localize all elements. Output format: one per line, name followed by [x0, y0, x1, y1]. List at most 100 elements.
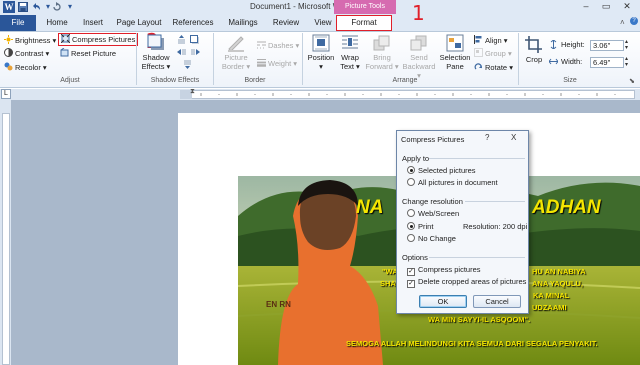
tab-format[interactable]: Format	[336, 15, 392, 31]
ribbon-minimize-icon[interactable]: ˄	[620, 18, 625, 27]
minimize-icon[interactable]: –	[577, 1, 595, 12]
crop-button[interactable]: Crop	[522, 36, 546, 64]
send-backward-button[interactable]: Send Backward ▾	[402, 34, 436, 80]
tab-insert[interactable]: Insert	[80, 16, 106, 30]
ruler-ticks	[200, 93, 616, 96]
picture-heading-left: NA	[356, 197, 384, 218]
position-button[interactable]: Position ▾	[305, 34, 337, 71]
rotate-button[interactable]: Rotate ▾	[474, 62, 513, 73]
ok-button[interactable]: OK	[419, 295, 467, 308]
radio-no-change[interactable]: No Change	[407, 234, 456, 243]
crop-icon	[524, 36, 544, 54]
border-group-label: Border	[244, 77, 266, 84]
help-icon[interactable]: ?	[630, 17, 638, 25]
save-icon[interactable]	[18, 2, 28, 12]
undo-icon[interactable]	[31, 2, 41, 12]
group-separator	[213, 33, 214, 85]
shadow-on-off-icon[interactable]	[190, 35, 200, 47]
group-icon	[474, 48, 483, 57]
shadow-effects-button[interactable]: Shadow Effects ▾	[140, 34, 172, 71]
picture-line-2-left: SHA	[380, 279, 396, 288]
section-divider	[429, 257, 525, 258]
change-resolution-heading: Change resolution	[402, 197, 463, 206]
radio-print[interactable]: Print	[407, 222, 433, 231]
contrast-icon	[4, 48, 13, 57]
picture-line-1-right: HU AN NABIYA	[532, 267, 586, 276]
tab-home[interactable]: Home	[44, 16, 70, 30]
tab-page-layout[interactable]: Page Layout	[116, 16, 162, 30]
dashes-icon	[257, 40, 266, 49]
options-heading: Options	[402, 253, 428, 262]
size-group-label: Size	[563, 77, 577, 84]
shadow-nudge-left-icon[interactable]	[177, 47, 187, 59]
picture-line-2-right: ANA YAQULU,	[532, 279, 583, 288]
group-button[interactable]: Group ▾	[474, 48, 512, 59]
rotate-icon	[474, 62, 483, 71]
picture-line-3-right: KA MINAL	[533, 291, 570, 300]
radio-web-screen-indicator	[407, 209, 415, 217]
picture-shirt-text: EN RN	[266, 300, 291, 309]
selection-pane-icon	[445, 34, 465, 52]
weight-icon	[257, 58, 266, 67]
resolution-readout: Resolution: 200 dpi	[463, 222, 528, 231]
radio-print-indicator	[407, 222, 415, 230]
width-input[interactable]: 6.49"	[590, 57, 624, 68]
compress-pictures-dialog: Compress Pictures ? X Apply to Selected …	[396, 130, 529, 314]
picture-border-button[interactable]: Picture Border ▾	[218, 34, 254, 71]
radio-all-pictures[interactable]: All pictures in document	[407, 178, 498, 187]
annotation-number-1: 1	[412, 1, 425, 25]
dashes-button[interactable]: Dashes ▾	[257, 40, 299, 51]
shadow-nudge-up-icon[interactable]	[177, 35, 187, 47]
close-icon[interactable]: ✕	[618, 1, 636, 12]
maximize-icon[interactable]: ▭	[597, 1, 615, 12]
radio-no-change-indicator	[407, 234, 415, 242]
checkbox-compress-pictures[interactable]: ✓ Compress pictures	[407, 265, 481, 276]
indent-marker-icon[interactable]: ⧗	[190, 88, 195, 96]
check-icon: ✓	[407, 268, 415, 276]
tab-view[interactable]: View	[312, 16, 334, 30]
reset-picture-button[interactable]: Reset Picture	[60, 47, 116, 59]
recolor-button[interactable]: Recolor ▾	[4, 62, 47, 73]
vertical-ruler[interactable]	[2, 113, 10, 365]
tab-review[interactable]: Review	[271, 16, 301, 30]
shadow-effects-icon	[146, 34, 166, 52]
dialog-help-button[interactable]: ?	[485, 133, 489, 142]
dialog-close-button[interactable]: X	[511, 133, 516, 142]
brightness-button[interactable]: Brightness ▾	[4, 35, 56, 46]
radio-selected-pictures[interactable]: Selected pictures	[407, 166, 476, 175]
brightness-icon	[4, 35, 13, 44]
wrap-text-button[interactable]: Wrap Text ▾	[338, 34, 362, 71]
radio-web-screen[interactable]: Web/Screen	[407, 209, 459, 218]
height-input[interactable]: 3.06"	[590, 40, 624, 51]
width-spinner-icon[interactable]: ▴ ▾	[625, 56, 628, 68]
send-backward-icon	[409, 34, 429, 52]
checkbox-delete-cropped[interactable]: ✓ Delete cropped areas of pictures	[407, 277, 526, 288]
word-app-icon[interactable]: W	[3, 1, 15, 13]
picture-line-4-right: UDZAAMI	[532, 303, 567, 312]
picture-line-5: WA MIN SAYYI-IL ASQOOM".	[428, 315, 531, 324]
shadow-nudge-down-icon[interactable]	[183, 59, 193, 71]
bring-forward-button[interactable]: Bring Forward ▾	[364, 34, 400, 71]
weight-button[interactable]: Weight ▾	[257, 58, 297, 69]
group-separator	[518, 33, 519, 85]
customize-qat-icon[interactable]: ▾	[65, 2, 75, 12]
size-dialog-launcher-icon[interactable]: ⬊	[629, 77, 635, 85]
cancel-button[interactable]: Cancel	[473, 295, 521, 308]
tab-references[interactable]: References	[172, 16, 214, 30]
align-button[interactable]: Align ▾	[474, 35, 508, 46]
tab-selector-icon[interactable]: L	[1, 89, 11, 99]
height-label: Height:	[561, 40, 585, 49]
tab-mailings[interactable]: Mailings	[226, 16, 260, 30]
horizontal-ruler[interactable]	[180, 90, 635, 99]
selection-pane-button[interactable]: Selection Pane	[437, 34, 473, 71]
compress-pictures-button[interactable]: Compress Pictures	[58, 33, 138, 46]
height-spinner-icon[interactable]: ▴ ▾	[625, 39, 628, 51]
contrast-button[interactable]: Contrast ▾	[4, 48, 49, 59]
check-icon: ✓	[407, 280, 415, 288]
picture-border-icon	[226, 34, 246, 52]
tab-file[interactable]: File	[0, 15, 36, 31]
redo-icon[interactable]	[52, 2, 62, 12]
shadow-nudge-right-icon[interactable]	[190, 47, 200, 59]
reset-picture-icon	[60, 47, 69, 57]
arrange-group-label: Arrange	[392, 77, 418, 84]
